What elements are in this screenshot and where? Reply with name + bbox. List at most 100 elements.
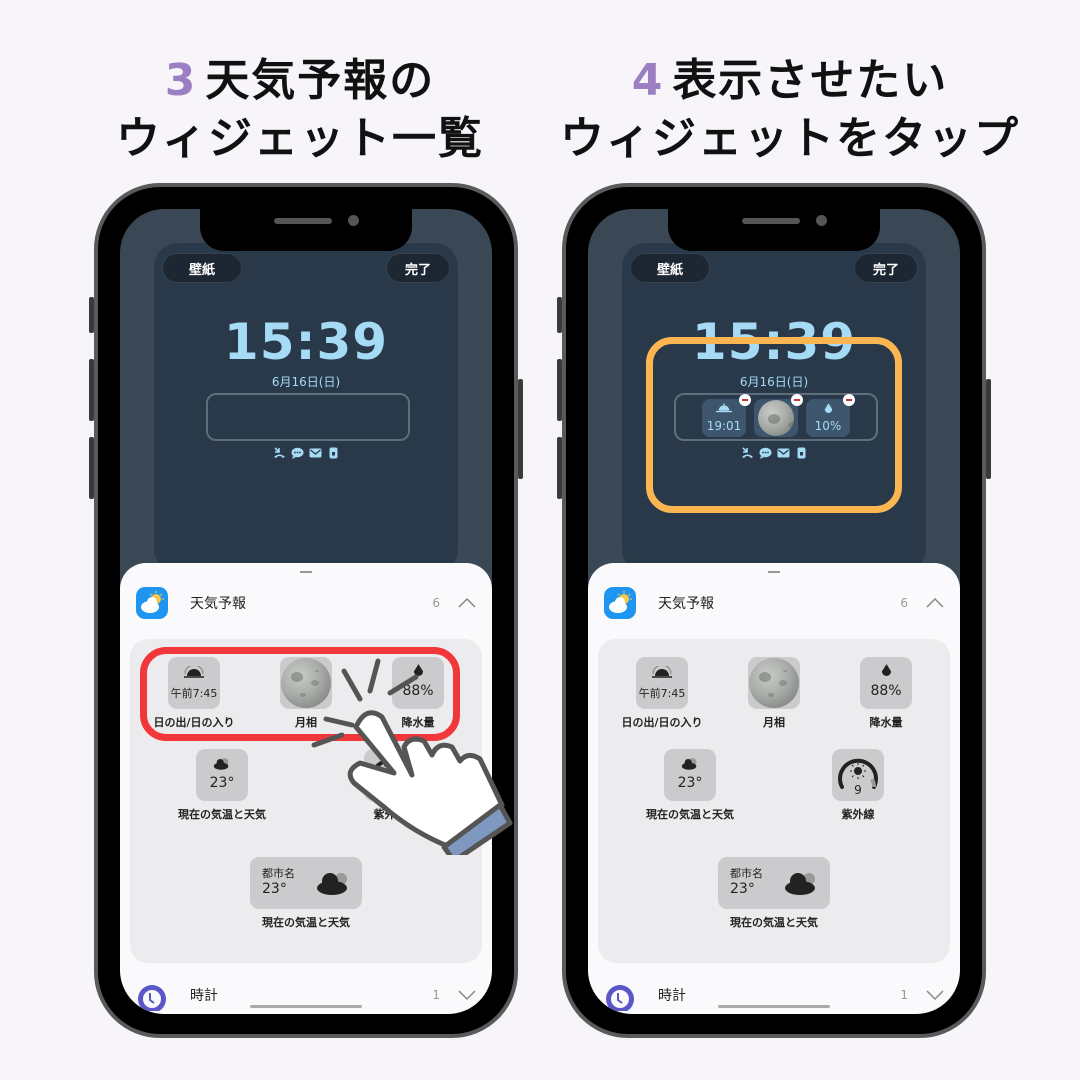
widget-current-weather[interactable]: 23° — [196, 749, 248, 801]
widget-count: 6 — [432, 596, 440, 610]
cloud-icon — [785, 873, 815, 895]
app-row-clock[interactable]: 時計 1 — [136, 975, 476, 1014]
phone-screen: 壁紙 完了 15:39 6月16日(日) 天気予報 6 午前7:45 日の出/日… — [120, 209, 492, 1014]
missed-call-icon — [273, 447, 286, 459]
widget-count: 1 — [900, 988, 908, 1002]
sheet-grabber[interactable] — [300, 571, 312, 573]
widget-uv-index[interactable]: 9 — [832, 749, 884, 801]
widget-slot-empty[interactable] — [206, 393, 410, 441]
volume-up-button — [557, 359, 562, 421]
lock-date[interactable]: 6月16日(日) — [154, 373, 458, 390]
lock-icon — [327, 447, 340, 459]
chat-bubble-icon — [291, 447, 304, 459]
wallpaper-button[interactable]: 壁紙 — [162, 253, 242, 283]
sunrise-icon — [652, 664, 672, 678]
step-number: 3 — [164, 55, 198, 106]
notch — [200, 209, 412, 251]
precipitation-value: 88% — [870, 683, 902, 699]
speaker — [274, 218, 332, 224]
mail-icon — [309, 447, 322, 459]
sheet-grabber[interactable] — [768, 571, 780, 573]
widget-label: 紫外線 — [841, 808, 875, 821]
mute-switch — [557, 297, 562, 333]
phone-left: 壁紙 完了 15:39 6月16日(日) 天気予報 6 午前7:45 日の出/日… — [89, 183, 523, 1038]
heading-line-2: ウィジェット一覧 — [116, 113, 484, 164]
weather-app-icon — [604, 587, 636, 619]
app-name: 時計 — [658, 988, 686, 1004]
weather-app-icon — [136, 587, 168, 619]
widget-grid: 午前7:45 日の出/日の入り 月相 88% 降水量 23° 現在の気温と天気 — [598, 639, 950, 963]
city-name: 都市名 — [730, 867, 763, 880]
app-name: 天気予報 — [190, 596, 246, 612]
widget-moon-phase[interactable] — [748, 657, 800, 709]
mute-switch — [89, 297, 94, 333]
notch — [668, 209, 880, 251]
speaker — [742, 218, 800, 224]
moon-icon — [749, 658, 799, 708]
tap-hand-icon — [311, 658, 513, 855]
app-row-weather[interactable]: 天気予報 6 — [604, 583, 944, 623]
lock-clock[interactable]: 15:39 — [154, 313, 458, 371]
widget-current-weather[interactable]: 23° — [664, 749, 716, 801]
home-indicator — [250, 1005, 362, 1008]
sunrise-value: 午前7:45 — [638, 687, 686, 700]
clock-app-icon — [136, 979, 168, 1013]
widget-label: 月相 — [763, 716, 785, 729]
phone-screen: 壁紙 完了 15:39 6月16日(日) 19:01 10% 天気予報 6 午前… — [588, 209, 960, 1014]
widget-count: 1 — [432, 988, 440, 1002]
step-number: 4 — [631, 55, 665, 106]
widget-current-weather-wide[interactable]: 都市名 23° — [250, 857, 362, 909]
notification-icons — [154, 447, 458, 459]
done-button[interactable]: 完了 — [854, 253, 918, 283]
cloud-icon — [213, 758, 229, 770]
volume-up-button — [89, 359, 94, 421]
city-name: 都市名 — [262, 867, 295, 880]
clock-app-icon — [604, 979, 636, 1013]
app-name: 時計 — [190, 988, 218, 1004]
front-camera — [816, 215, 827, 226]
raindrop-icon — [881, 664, 891, 676]
widget-label: 現在の気温と天気 — [730, 916, 818, 929]
step-3-heading: 3 天気予報の ウィジェット一覧 — [60, 52, 540, 168]
heading-line-1: 天気予報の — [205, 55, 436, 106]
cloud-icon — [317, 873, 347, 895]
temperature-value: 23° — [730, 881, 755, 897]
heading-line-1: 表示させたい — [672, 55, 949, 106]
lock-screen-preview: 壁紙 完了 15:39 6月16日(日) 19:01 10% — [622, 243, 926, 573]
volume-down-button — [557, 437, 562, 499]
temperature-value: 23° — [677, 775, 703, 791]
step-4-heading: 4 表示させたい ウィジェットをタップ — [540, 52, 1040, 168]
volume-down-button — [89, 437, 94, 499]
widget-label: 日の出/日の入り — [621, 716, 703, 729]
highlight-frame — [646, 337, 902, 513]
temperature-value: 23° — [209, 775, 235, 791]
widget-current-weather-wide[interactable]: 都市名 23° — [718, 857, 830, 909]
home-indicator — [718, 1005, 830, 1008]
chevron-up-icon[interactable] — [926, 597, 944, 609]
lock-screen-preview: 壁紙 完了 15:39 6月16日(日) — [154, 243, 458, 573]
chevron-down-icon[interactable] — [458, 989, 476, 1001]
phone-right: 壁紙 完了 15:39 6月16日(日) 19:01 10% 天気予報 6 午前… — [557, 183, 991, 1038]
widget-precipitation[interactable]: 88% — [860, 657, 912, 709]
widget-label: 現在の気温と天気 — [178, 808, 266, 821]
widget-sunrise[interactable]: 午前7:45 — [636, 657, 688, 709]
done-button[interactable]: 完了 — [386, 253, 450, 283]
heading-line-2: ウィジェットをタップ — [560, 113, 1020, 164]
app-name: 天気予報 — [658, 596, 714, 612]
widget-label: 降水量 — [869, 716, 903, 729]
widget-sheet: 天気予報 6 午前7:45 日の出/日の入り 月相 88% 降水量 23° 現在… — [588, 563, 960, 1014]
temperature-value: 23° — [262, 881, 287, 897]
app-row-weather[interactable]: 天気予報 6 — [136, 583, 476, 623]
widget-count: 6 — [900, 596, 908, 610]
power-button — [518, 379, 523, 479]
uv-value: 9 — [854, 783, 862, 797]
cloud-icon — [681, 758, 697, 770]
chevron-up-icon[interactable] — [458, 597, 476, 609]
power-button — [986, 379, 991, 479]
chevron-down-icon[interactable] — [926, 989, 944, 1001]
front-camera — [348, 215, 359, 226]
app-row-clock[interactable]: 時計 1 — [604, 975, 944, 1014]
widget-label: 現在の気温と天気 — [646, 808, 734, 821]
widget-label: 現在の気温と天気 — [262, 916, 350, 929]
wallpaper-button[interactable]: 壁紙 — [630, 253, 710, 283]
